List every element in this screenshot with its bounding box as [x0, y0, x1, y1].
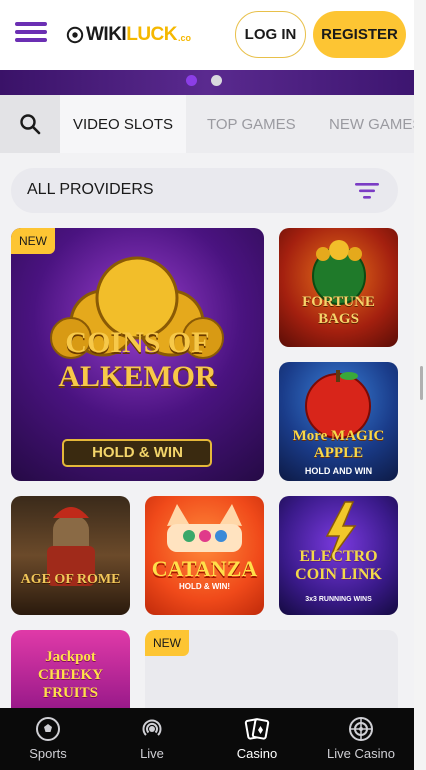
- carousel-dot-active[interactable]: [186, 75, 197, 86]
- promo-banner[interactable]: [0, 70, 414, 95]
- nav-item-live[interactable]: Live: [126, 708, 178, 770]
- cards-icon: [244, 718, 270, 740]
- tab-new-games[interactable]: NEW GAMES: [329, 95, 414, 153]
- register-button[interactable]: REGISTER: [313, 11, 406, 58]
- tab-top-games[interactable]: TOP GAMES: [207, 95, 296, 153]
- game-tile-catanza[interactable]: CATANZA HOLD & WIN!: [145, 496, 264, 615]
- game-title: More MAGIC APPLE: [292, 428, 385, 461]
- game-title: Jackpot CHEEKY FRUITS: [37, 649, 103, 701]
- game-subtitle: 3x3 RUNNING WINS: [305, 596, 372, 603]
- new-badge: NEW: [11, 228, 55, 254]
- nav-item-sports[interactable]: Sports: [22, 708, 74, 770]
- nav-label: Sports: [29, 746, 67, 761]
- bottom-nav: Sports Live Casino Live Casino: [0, 708, 414, 770]
- nav-item-live-casino[interactable]: Live Casino: [320, 708, 402, 770]
- search-icon: [20, 114, 41, 135]
- scrollbar-thumb[interactable]: [420, 366, 423, 400]
- category-tabs: VIDEO SLOTS TOP GAMES NEW GAMES: [0, 95, 414, 153]
- logo[interactable]: WIKI LUCK .co: [66, 22, 191, 48]
- game-tile-placeholder[interactable]: NEW: [145, 630, 398, 708]
- game-title: FORTUNE BAGS: [302, 294, 375, 327]
- nav-label: Casino: [236, 746, 278, 761]
- providers-select[interactable]: ALL PROVIDERS: [11, 168, 398, 213]
- header: WIKI LUCK .co LOG IN REGISTER: [0, 0, 414, 70]
- filter-icon: [355, 183, 379, 199]
- menu-icon[interactable]: [15, 22, 47, 46]
- game-tile-fortune-bags[interactable]: FORTUNE BAGS: [279, 228, 398, 347]
- game-tile-cheeky-fruits[interactable]: Jackpot CHEEKY FRUITS: [11, 630, 130, 708]
- nav-label: Live Casino: [327, 746, 395, 761]
- game-title: AGE OF ROME: [20, 572, 121, 587]
- search-button[interactable]: [0, 95, 60, 153]
- game-tile-age-of-rome[interactable]: AGE OF ROME: [11, 496, 130, 615]
- logo-wiki-text: WIKI: [86, 24, 127, 45]
- game-subtitle: HOLD AND WIN: [304, 466, 373, 476]
- game-title: COINS OF ALKEMOR: [58, 326, 217, 393]
- carousel-dot[interactable]: [211, 75, 222, 86]
- game-title: ELECTRO COIN LINK: [295, 548, 382, 583]
- providers-label: ALL PROVIDERS: [27, 181, 154, 198]
- logo-co-text: .co: [178, 33, 192, 43]
- live-broadcast-icon: [142, 719, 162, 736]
- game-tile-electro-coin-link[interactable]: ELECTRO COIN LINK 3x3 RUNNING WINS: [279, 496, 398, 615]
- game-subtitle: HOLD & WIN!: [178, 582, 231, 591]
- roulette-icon: [349, 717, 373, 741]
- game-art: [312, 240, 366, 305]
- clover-icon: [66, 26, 84, 44]
- game-art: [305, 370, 371, 439]
- nav-label: Live: [140, 746, 164, 761]
- new-badge: NEW: [145, 630, 189, 656]
- login-button[interactable]: LOG IN: [235, 11, 306, 58]
- logo-luck-text: LUCK: [126, 24, 177, 45]
- tab-video-slots[interactable]: VIDEO SLOTS: [60, 95, 186, 153]
- game-tile-more-magic-apple[interactable]: More MAGIC APPLE HOLD AND WIN: [279, 362, 398, 481]
- game-art: [47, 507, 95, 586]
- game-subtitle: HOLD & WIN: [92, 444, 183, 461]
- soccer-ball-icon: [36, 717, 60, 741]
- game-title: CATANZA: [151, 556, 258, 581]
- nav-item-casino[interactable]: Casino: [230, 708, 284, 770]
- game-tile-coins-of-alkemor[interactable]: COINS OF ALKEMOR HOLD & WIN NEW: [11, 228, 264, 481]
